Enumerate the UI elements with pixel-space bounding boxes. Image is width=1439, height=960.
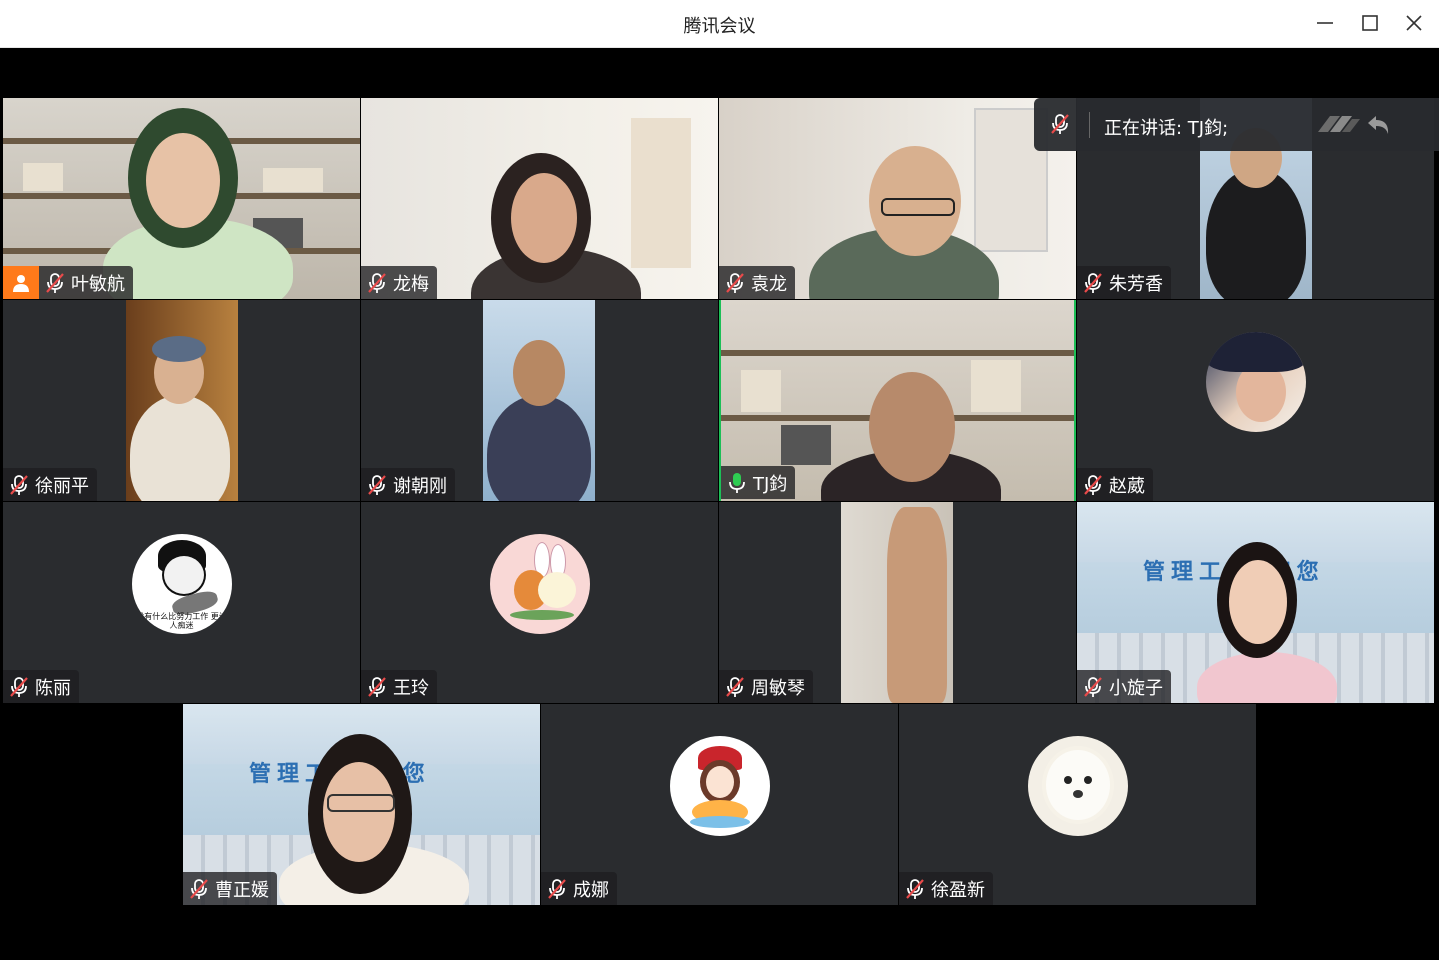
participant-tile[interactable]: 周敏琴 [719,502,1076,703]
participant-name: 徐丽平 [35,475,89,497]
close-icon [1406,15,1422,31]
participant-tile[interactable]: 成娜 [541,704,898,905]
speaking-indicator-text: 正在讲话: TJ鈞; [1104,118,1229,139]
participant-tile[interactable]: 龙梅 [361,98,718,299]
participant-nametag: 小旋子 [1077,670,1171,703]
mic-muted-icon [905,878,925,900]
participant-name: 小旋子 [1109,677,1163,699]
avatar-caption: 没有什么比努力工作 更让人痴迷 [136,612,227,630]
participant-tile[interactable]: 赵葳 [1077,300,1434,501]
participant-tile[interactable]: 管理工 欢迎您 曹正媛 [183,704,540,905]
participant-tile[interactable]: 没有什么比努力工作 更让人痴迷 陈丽 [3,502,360,703]
profile-avatar: 没有什么比努力工作 更让人痴迷 [131,534,232,634]
participant-name: 袁龙 [751,273,787,295]
mic-muted-icon [1083,272,1103,294]
participant-tile[interactable]: 谢朝刚 [361,300,718,501]
participant-nametag: 王玲 [361,670,437,703]
participant-nametag: 朱芳香 [1077,266,1171,299]
maximize-button[interactable] [1355,8,1385,38]
minimize-button[interactable] [1310,8,1340,38]
participant-tile[interactable]: 徐丽平 [3,300,360,501]
participant-tile-active-speaker[interactable]: TJ鈞 [719,300,1076,501]
mic-muted-icon [367,474,387,496]
participant-tile[interactable]: 王玲 [361,502,718,703]
participant-name: 成娜 [573,879,609,901]
participant-name: 龙梅 [393,273,429,295]
profile-avatar [489,534,590,634]
participant-tile[interactable]: 叶敏航 [3,98,360,299]
participant-nametag: 曹正媛 [183,872,277,905]
participant-name: 赵葳 [1109,475,1145,497]
mic-muted-icon [1083,676,1103,698]
video-feed [841,502,953,703]
mic-muted-icon [725,272,745,294]
participant-name: 徐盈新 [931,879,985,901]
participant-nametag: 徐丽平 [3,468,97,501]
mic-muted-icon [9,676,29,698]
participant-name: 周敏琴 [751,677,805,699]
minimize-icon [1317,22,1333,24]
host-badge [3,266,39,299]
participant-nametag: 赵葳 [1077,468,1153,501]
participant-nametag: 龙梅 [361,266,437,299]
participant-name: 叶敏航 [71,273,125,295]
window-title: 腾讯会议 [683,16,756,37]
video-feed [483,300,595,501]
close-button[interactable] [1399,8,1429,38]
participant-nametag: 陈丽 [3,670,79,703]
profile-avatar [1027,736,1128,836]
mic-muted-icon [367,272,387,294]
title-bar: 腾讯会议 [0,0,1439,48]
participant-nametag: 袁龙 [719,266,795,299]
profile-avatar [1205,332,1306,432]
divider [1089,112,1090,138]
participant-name: 曹正媛 [215,879,269,901]
participant-tile[interactable]: 袁龙 [719,98,1076,299]
participant-nametag: 成娜 [541,872,617,905]
tencent-meeting-logo-icon [1318,116,1360,132]
participant-name: 王玲 [393,677,429,699]
participant-nametag: TJ鈞 [721,466,796,499]
mic-muted-icon [547,878,567,900]
video-feed [126,300,238,501]
participant-name: TJ鈞 [753,473,788,495]
participant-tile[interactable]: 管理工 欢迎您 小旋子 [1077,502,1434,703]
active-speaker-bar: 正在讲话: TJ鈞; [1034,98,1439,151]
profile-avatar [669,736,770,836]
mic-muted-icon [367,676,387,698]
mic-muted-icon [1083,474,1103,496]
video-gallery: 叶敏航 龙梅 袁龙 朱芳香 徐丽平 谢朝刚 TJ鈞 赵葳 没有什么比努力工作 更… [3,48,1439,957]
participant-nametag: 徐盈新 [899,872,993,905]
participant-name: 朱芳香 [1109,273,1163,295]
maximize-icon [1362,15,1378,31]
participant-tile[interactable]: 徐盈新 [899,704,1256,905]
mic-muted-icon [45,272,65,294]
mic-muted-icon [725,676,745,698]
mic-muted-icon [189,878,209,900]
participant-nametag: 叶敏航 [39,266,133,299]
host-user-icon [13,274,29,292]
mic-active-icon [727,472,747,494]
participant-name: 陈丽 [35,677,71,699]
undo-arrow-icon[interactable] [1366,112,1392,136]
participant-nametag: 谢朝刚 [361,468,455,501]
mic-muted-icon[interactable] [1050,113,1070,135]
participant-nametag: 周敏琴 [719,670,813,703]
mic-muted-icon [9,474,29,496]
participant-name: 谢朝刚 [393,475,447,497]
